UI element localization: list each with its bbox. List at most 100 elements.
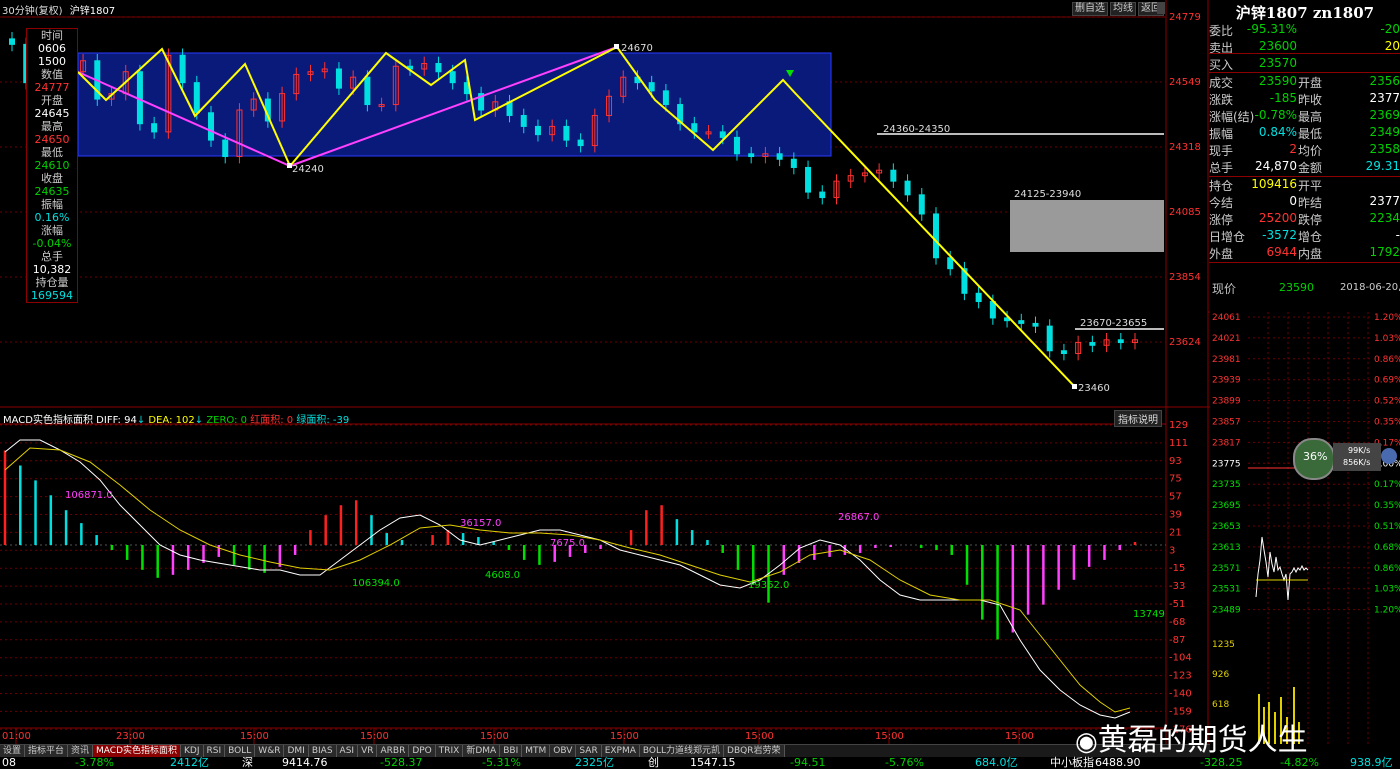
status-item: -5.31% [482, 756, 521, 769]
macd-diff-label: DIFF: 94 [96, 415, 137, 426]
indicator-tab[interactable]: OBV [550, 745, 577, 757]
status-item: 2325亿 [575, 756, 614, 769]
mini-pct-tick: 1.03% [1374, 334, 1400, 344]
quote-value: -0.78% [1254, 108, 1297, 122]
mini-price-tick: 23939 [1212, 376, 1241, 386]
annotation-high: 24670 [621, 43, 653, 54]
macd-legend: MACD实色指标面积 DIFF: 94↓ DEA: 102↓ ZERO: 0 红… [3, 415, 350, 426]
indicator-tab[interactable]: TRIX [435, 745, 464, 757]
macd-annotation-3: 36157.0 [460, 518, 501, 529]
upload-speed: 99K/s [1348, 446, 1371, 455]
download-speed: 856K/s [1343, 458, 1371, 467]
macd-annotation-1: 106871.0 [65, 490, 113, 501]
add-icon[interactable] [1381, 448, 1397, 464]
candle-body [748, 153, 755, 158]
candle-body [1032, 322, 1039, 327]
candle-body [719, 131, 726, 138]
close-value: 24635 [34, 185, 70, 198]
candle-body [805, 166, 812, 193]
time-tick: 01:00 [2, 731, 31, 742]
quote-value-2: 2356 [1369, 74, 1400, 88]
value-label: 数值 [41, 68, 63, 81]
quote-value: 23570 [1258, 56, 1297, 70]
time-tick: 15:00 [875, 731, 904, 742]
candle-body [364, 76, 371, 106]
quote-value: 0.84% [1258, 125, 1297, 139]
candle-body [1060, 350, 1067, 354]
indicator-tab[interactable]: MTM [522, 745, 551, 757]
quote-value-2: 29.31 [1365, 159, 1400, 173]
watermark: ◉黄磊的期货人生 [1075, 723, 1308, 758]
macd-zero-label: ZERO: 0 [206, 415, 248, 426]
macd-tick: -140 [1169, 689, 1192, 700]
status-item: -94.51 [790, 756, 826, 769]
quote-value: 24,870 [1255, 159, 1297, 173]
macd-tick: -51 [1169, 599, 1185, 610]
chg-value: -0.04% [32, 237, 72, 250]
candle-body [534, 125, 541, 136]
candle-body [662, 90, 669, 106]
tick-price-line [1255, 536, 1309, 601]
tick-chart[interactable]: 24061 24021 23981 23939 23899 23857 23817 23775… [1208, 312, 1400, 744]
status-item: 08 [2, 756, 16, 769]
mini-pct-tick: 1.03% [1374, 585, 1400, 595]
macd-tick: -123 [1169, 671, 1192, 682]
candle-body [577, 139, 584, 147]
quote-value: -95.31% [1246, 22, 1297, 36]
macd-tick: 21 [1169, 527, 1182, 538]
price-tick: 24779 [1169, 12, 1201, 23]
macd-tick: 129 [1169, 420, 1188, 431]
macd-dea-line [4, 447, 1131, 713]
quote-value: -3572 [1262, 228, 1297, 242]
indicator-tab[interactable]: ASI [336, 745, 359, 757]
quote-value-2: 2234 [1369, 211, 1400, 225]
macd-tick: -33 [1169, 581, 1185, 592]
close-label: 收盘 [41, 172, 63, 185]
macd-diff-line [4, 439, 1131, 719]
annotation-low: 24240 [292, 164, 324, 175]
status-item: 2412亿 [170, 756, 209, 769]
mini-price-tick: 23981 [1212, 355, 1241, 365]
watermark-text: 黄磊的期货人生 [1097, 723, 1308, 758]
oi-value: 169594 [31, 289, 73, 302]
macd-tick: 3 [1169, 545, 1175, 556]
indicator-explain-button[interactable]: 指标说明 [1114, 410, 1162, 427]
price-chart[interactable]: 24670 24240 24360-24350 24125-23940 2367… [0, 0, 1210, 744]
macd-name[interactable]: MACD实色指标面积 [3, 415, 93, 426]
indicator-tab[interactable]: VR [358, 745, 378, 757]
mini-pct-tick: 0.35% [1374, 501, 1400, 511]
mini-pct-tick: 0.35% [1374, 418, 1400, 428]
open-label: 开盘 [41, 94, 63, 107]
quote-label: 涨跌 [1209, 93, 1234, 107]
indicator-tab[interactable]: W&R [255, 745, 285, 757]
open-value: 24645 [34, 107, 70, 120]
candle-body [9, 38, 15, 45]
mini-pct-tick: 0.68% [1374, 543, 1400, 553]
quote-value-2: 2358 [1369, 142, 1400, 156]
gap-zone-1 [1010, 200, 1164, 252]
macd-tick: -15 [1169, 563, 1185, 574]
time-tick: 15:00 [480, 731, 509, 742]
mini-price-tick: 23489 [1212, 606, 1241, 616]
indicator-tab[interactable]: 指标平台 [25, 745, 69, 757]
quote-label: 持仓 [1209, 179, 1234, 193]
quote-label-2: 金额 [1298, 161, 1323, 175]
macd-annotation-2: 106394.0 [352, 578, 400, 589]
quote-value: 23590 [1258, 74, 1297, 88]
crosshair-info-box: 时间 0606 1500 数值 24777 开盘 24645 最高 24650 … [26, 28, 78, 303]
mini-price-tick: 23653 [1212, 522, 1241, 532]
mini-price-tick: 618 [1212, 700, 1229, 710]
quote-value-2: - [1395, 228, 1400, 242]
network-speed-widget[interactable]: 36% 99K/s 856K/s [1293, 438, 1397, 480]
mini-pct-tick: 0.86% [1374, 564, 1400, 574]
candle-body [904, 180, 911, 196]
candle-body [520, 114, 527, 127]
mini-pct-tick: 0.86% [1374, 355, 1400, 365]
status-item: 684.0亿 [975, 756, 1018, 769]
mini-price-tick: 24021 [1212, 334, 1241, 344]
macd-tick: 75 [1169, 474, 1182, 485]
mini-price-tick: 23817 [1212, 438, 1241, 448]
status-item: -528.37 [380, 756, 423, 769]
time-tick: 15:00 [1005, 731, 1034, 742]
mini-price-tick: 1235 [1212, 640, 1235, 650]
